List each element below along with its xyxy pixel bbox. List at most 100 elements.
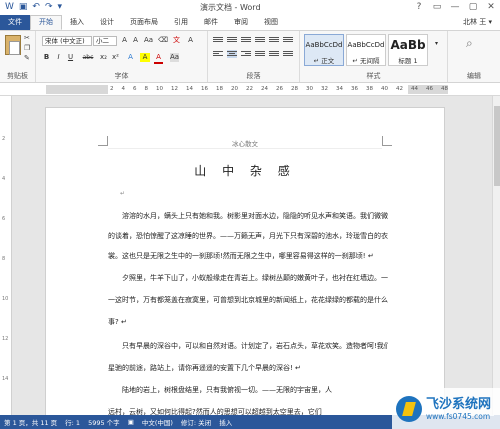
paragraph-line[interactable]: 星驰的前途，路站上，请你再遥遥的安置下几个早晨的深谷! ↵	[108, 358, 388, 378]
cut-icon[interactable]: ✂	[24, 35, 33, 42]
language[interactable]: 中文(中国)	[138, 417, 177, 427]
numbering-icon[interactable]	[227, 36, 237, 44]
ruler-marks: 2 4 6 8 10 12 14 16 18 20 22 24 26 28 30…	[110, 85, 448, 94]
paragraph-line[interactable]: 一这时节，万有都笼盖在寂寞里，可曾想到北京城里的新闻纸上，花花绿绿的都载的是什么	[108, 290, 388, 310]
sort-icon[interactable]	[283, 36, 293, 44]
align-center-icon[interactable]	[227, 50, 237, 58]
vruler-mark: 4	[2, 176, 6, 182]
strikethrough-button[interactable]: abc	[81, 53, 95, 62]
multilevel-list-icon[interactable]	[241, 36, 251, 44]
underline-button[interactable]: U	[66, 53, 75, 62]
vruler-mark: 10	[2, 296, 9, 302]
paragraph-line[interactable]: 溶溶的水月，螨头上只有她和我。树影里对面水边，隐隐的听见水声和笑语。我们微微	[108, 206, 388, 226]
style-heading-1[interactable]: AaBb 标题 1	[388, 34, 428, 66]
ruler-mark: 36	[351, 86, 358, 92]
paragraph-line[interactable]: 的谈着，恐怕惊醒了这凉睡的世界。——万籁无声，月光下只有深碧的池水，玲珑雪白的衣	[108, 226, 388, 246]
paragraph-mark: ↵	[120, 190, 126, 197]
bold-button[interactable]: B	[42, 53, 51, 62]
style-heading-1-name: 标题 1	[398, 57, 418, 65]
customize-icon[interactable]: ▾	[58, 0, 63, 15]
watermark-url: www.fs0745.com	[426, 411, 491, 421]
tab-file[interactable]: 文件	[0, 15, 30, 30]
tab-home[interactable]: 开始	[30, 15, 62, 30]
font-label: 字体	[114, 72, 129, 80]
text-effects-button[interactable]: A	[126, 53, 135, 62]
char-shading-button[interactable]: Aa	[170, 53, 179, 62]
change-case-icon[interactable]: Aa	[144, 36, 153, 45]
paragraph-line[interactable]: 陆地的岩上，树根盘结里，只有我俯视一切。——无限的宇宙里，人	[108, 380, 388, 400]
paste-icon[interactable]	[5, 35, 21, 55]
bullets-icon[interactable]	[213, 36, 223, 44]
tab-view[interactable]: 视图	[256, 15, 286, 30]
shrink-font-icon[interactable]: A	[131, 36, 140, 45]
help-icon[interactable]: ?	[410, 0, 428, 15]
vertical-ruler[interactable]: 2 4 6 8 10 12 14	[0, 96, 12, 415]
redo-icon[interactable]: ↷	[45, 0, 53, 15]
clear-format-icon[interactable]: ⌫	[158, 36, 168, 45]
undo-icon[interactable]: ↶	[32, 0, 40, 15]
borders-icon[interactable]	[283, 50, 293, 58]
maximize-icon[interactable]: ▢	[464, 0, 482, 15]
italic-button[interactable]: I	[54, 53, 63, 62]
decrease-indent-icon[interactable]	[255, 36, 265, 44]
paragraph-line[interactable]: 事? ↵	[108, 312, 388, 332]
font-color-button[interactable]: A	[154, 53, 163, 64]
styles-label: 样式	[366, 72, 381, 80]
document-page[interactable]: 冰心散文 山 中 杂 感 ↵ 溶溶的水月，螨头上只有她和我。树影里对面水边，隐隐…	[45, 107, 445, 427]
align-right-icon[interactable]	[241, 50, 251, 58]
highlight-button[interactable]: A	[140, 53, 150, 62]
superscript-button[interactable]: x²	[111, 53, 120, 62]
window-controls: ? ▭ — ▢ ✕	[410, 0, 500, 15]
page-count[interactable]: 第 1 页，共 11 页	[0, 417, 61, 427]
tab-mailings[interactable]: 邮件	[196, 15, 226, 30]
ruler-mark: 28	[291, 86, 298, 92]
style-normal[interactable]: AaBbCcDd ↵ 正文	[304, 34, 344, 66]
ruler-mark: 12	[171, 86, 178, 92]
paragraph-line[interactable]: 裳。这也只是无限之生中的一刹那顷!然而无限之生中，哪里容易得这样的一刹那顷! ↵	[108, 246, 388, 266]
styles-more-icon[interactable]: ▾	[432, 39, 441, 48]
line-spacing-icon[interactable]	[269, 50, 279, 58]
ruler-mark: 4	[121, 86, 126, 92]
grow-font-icon[interactable]: A	[120, 36, 129, 45]
ribbon-display-icon[interactable]: ▭	[428, 0, 446, 15]
site-watermark: 飞沙系统网 www.fs0745.com	[392, 388, 500, 429]
tab-insert[interactable]: 插入	[62, 15, 92, 30]
scrollbar-thumb[interactable]	[494, 106, 500, 186]
subscript-button[interactable]: x₂	[99, 53, 108, 62]
phonetic-icon[interactable]: 文	[172, 36, 181, 45]
editing-group: ⌕ 编辑	[448, 31, 500, 82]
format-painter-icon[interactable]: ✎	[24, 55, 33, 62]
proofing-icon[interactable]: ▣	[124, 418, 138, 426]
paragraph-line[interactable]: 只有早晨的深谷中，可以和自然对语。计划定了，岩石点头，草花欢笑。造物者呵!我们	[108, 336, 388, 356]
user-account[interactable]: 北林 王 ▾	[463, 15, 492, 30]
font-size-select[interactable]: 小二	[93, 36, 117, 46]
copy-icon[interactable]: ❐	[24, 45, 33, 52]
tab-design[interactable]: 设计	[92, 15, 122, 30]
header-divider	[108, 148, 382, 149]
title-bar: W ▣ ↶ ↷ ▾ 演示文档 - Word ? ▭ — ▢ ✕	[0, 0, 500, 15]
minimize-icon[interactable]: —	[446, 0, 464, 15]
track-changes[interactable]: 修订: 关闭	[177, 417, 215, 427]
vertical-scrollbar[interactable]	[492, 96, 500, 415]
paragraph-line[interactable]: 夕照里，牛羊下山了，小蚁般缘走在青岩上。绿树丛颠的嫩黄叶子，也衬在红墙边。一	[108, 268, 388, 288]
char-border-icon[interactable]: A	[186, 36, 195, 45]
style-no-spacing[interactable]: AaBbCcDd ↵ 无间隔	[346, 34, 386, 66]
close-icon[interactable]: ✕	[482, 0, 500, 15]
ruler-mark: 20	[231, 86, 238, 92]
font-group: 宋体 (中文正) 小二 A A Aa ⌫ 文 A B I U abc x₂ x²…	[36, 31, 208, 82]
word-count[interactable]: 5995 个字	[84, 417, 124, 427]
ribbon-tabs: 文件 开始 插入 设计 页面布局 引用 邮件 审阅 视图 北林 王 ▾	[0, 15, 500, 30]
tab-review[interactable]: 审阅	[226, 15, 256, 30]
document-title[interactable]: 山 中 杂 感	[46, 162, 444, 179]
find-icon[interactable]: ⌕	[466, 36, 473, 51]
align-left-icon[interactable]	[213, 50, 223, 58]
tab-references[interactable]: 引用	[166, 15, 196, 30]
justify-icon[interactable]	[255, 50, 265, 58]
vruler-mark: 2	[2, 136, 6, 142]
horizontal-ruler[interactable]: 2 4 6 8 10 12 14 16 18 20 22 24 26 28 30…	[0, 83, 500, 96]
tab-layout[interactable]: 页面布局	[122, 15, 166, 30]
save-icon[interactable]: ▣	[19, 0, 28, 15]
font-name-select[interactable]: 宋体 (中文正)	[42, 36, 92, 46]
insert-mode[interactable]: 插入	[215, 417, 236, 427]
increase-indent-icon[interactable]	[269, 36, 279, 44]
